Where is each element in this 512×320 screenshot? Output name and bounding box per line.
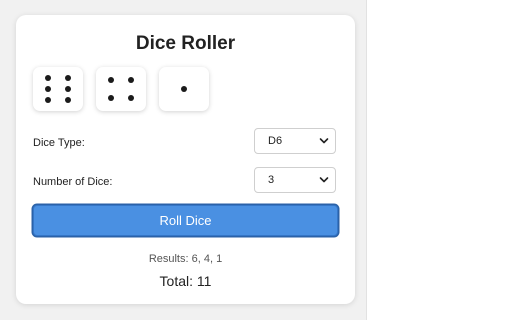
dice-type-value: D6: [268, 135, 283, 147]
number-of-dice-select[interactable]: 3: [254, 167, 336, 193]
die-pip: [45, 97, 51, 103]
roll-dice-button[interactable]: Roll Dice: [33, 205, 338, 236]
page-title: Dice Roller: [135, 33, 236, 54]
empty-panel: [366, 0, 512, 320]
total-text: Total: 11: [159, 273, 212, 289]
die-face-four: [96, 67, 146, 111]
die-pip: [128, 77, 134, 84]
die-pip: [108, 77, 114, 84]
dice-type-select[interactable]: D6: [254, 128, 336, 154]
die-pip: [65, 75, 71, 81]
die-pip: [65, 97, 71, 103]
chevron-down-icon: [319, 177, 329, 183]
die-face-six: [33, 67, 83, 111]
dice-roller-card: Dice Roller Dice Type: D6 Number of Dice…: [16, 15, 355, 304]
dice-type-label: Dice Type:: [33, 137, 85, 149]
die-pip: [128, 94, 134, 101]
die-pip: [108, 94, 114, 101]
die-pip: [45, 75, 51, 81]
die-pip: [181, 86, 187, 92]
results-text: Results: 6, 4, 1: [148, 253, 223, 265]
number-of-dice-value: 3: [268, 174, 275, 186]
die-face-one: [159, 67, 209, 111]
number-of-dice-label: Number of Dice:: [33, 176, 113, 188]
chevron-down-icon: [319, 138, 329, 144]
die-pip: [65, 86, 71, 92]
die-pip: [45, 86, 51, 92]
